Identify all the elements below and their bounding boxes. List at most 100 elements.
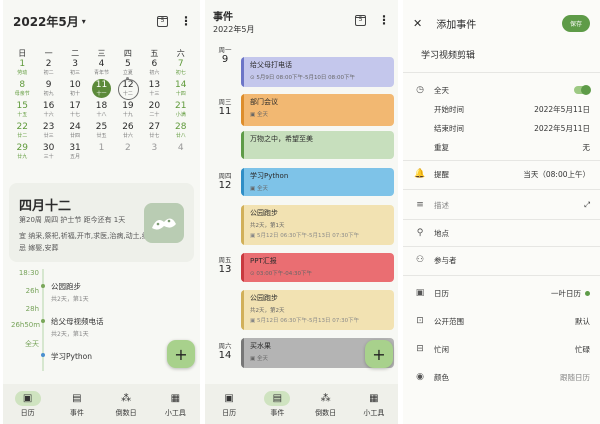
date-cell[interactable]: 1 [88,142,114,163]
bottom-nav: ▣ 日历 ▤ 事件 ⁂ 倒数日 ▦ 小工具 [205,384,398,424]
nav-countdown[interactable]: ⁂ 倒数日 [302,384,350,424]
nav-label: 日历 [222,408,237,417]
more-menu-icon[interactable]: ⋮ [180,15,192,27]
reminder-row[interactable]: 🔔 提醒 当天（08:00上午） [413,166,590,182]
start-time-row[interactable]: 开始时间 2022年5月11日 [413,101,590,117]
day-weekday: 周一 [218,46,232,54]
date-cell[interactable]: 24 廿四 [62,121,88,142]
nav-calendar[interactable]: ▣ 日历 [3,384,52,424]
add-event-fab[interactable]: + [167,340,195,368]
date-cell[interactable]: 26 廿六 [115,121,141,142]
date-cell[interactable]: 8 母亲节 [9,79,35,100]
event-card[interactable]: 学习Python ▣ 全天 [241,168,394,196]
date-cell[interactable]: 23 廿三 [35,121,61,142]
event-time: ⊙ 5月9日 08:00下午-5月10日 08:00下午 [250,75,356,81]
attendees-field[interactable]: 参与者 [434,255,457,266]
date-cell[interactable]: 21 小满 [168,100,194,121]
date-cell[interactable]: 17 十七 [62,100,88,121]
today-calendar-icon[interactable]: 5 [157,15,168,27]
date-cell[interactable]: 10 初十 [62,79,88,100]
start-time-label: 开始时间 [434,104,464,114]
today-calendar-icon[interactable]: 5 [355,14,366,26]
calendar-screen: 2022年5月 ▾ 5 ⋮ 日一二三四五六 1 劳动 2 初二 3 初三 4 青年节 5 立夏 6 初… [3,0,200,424]
nav-label: 事件 [270,408,285,417]
date-cell[interactable]: 18 十八 [88,100,114,121]
color-row[interactable]: ◉ 颜色 跟随日历 [413,369,590,385]
date-cell[interactable]: 3 [141,142,167,163]
lunar-label: 二十 [149,112,160,118]
date-cell[interactable]: 11 十一 [88,79,114,100]
date-cell[interactable]: 7 初七 [168,58,194,79]
date-cell[interactable]: 25 廿五 [88,121,114,142]
visibility-row[interactable]: ⊡ 公开范围 默认 [413,313,590,329]
more-menu-icon[interactable]: ⋮ [378,14,390,26]
date-cell[interactable]: 2 初二 [35,58,61,79]
nav-countdown[interactable]: ⁂ 倒数日 [102,384,151,424]
date-cell[interactable]: 16 十六 [35,100,61,121]
timeline-event[interactable]: 学习Python [51,351,92,362]
date-number: 4 [177,143,184,153]
description-row[interactable]: ≡ 描述 ⤢ [413,197,590,213]
nav-events[interactable]: ▤ 事件 [253,384,301,424]
event-title-field[interactable]: 学习视频剪辑 [421,48,475,61]
date-cell[interactable]: 2 [115,142,141,163]
event-card[interactable]: PPT汇报 ⊙ 03:00下午-04:30下午 [241,253,394,282]
date-cell[interactable]: 4 [168,142,194,163]
date-cell[interactable]: 6 初六 [141,58,167,79]
add-event-fab[interactable]: + [365,340,393,368]
date-cell[interactable]: 15 十五 [9,100,35,121]
lunar-label: 廿二 [17,133,28,139]
date-cell[interactable]: 28 廿八 [168,121,194,142]
attendees-row[interactable]: ⚇ 参与者 [413,252,590,268]
save-button[interactable]: 保存 [561,14,590,32]
timeline-event[interactable]: 公园跑步 共2天，第1天 [51,281,89,303]
date-cell[interactable]: 4 青年节 [88,58,114,79]
date-cell[interactable]: 19 十九 [115,100,141,121]
nav-calendar[interactable]: ▣ 日历 [205,384,253,424]
date-number: 27 [148,122,161,132]
date-cell[interactable]: 1 劳动 [9,58,35,79]
date-number: 17 [69,101,81,111]
description-field[interactable]: 描述 [434,200,449,211]
chevron-down-icon[interactable]: ▾ [82,17,86,26]
event-card[interactable]: 公园跑步 共2天，第2天 ▣ 5月12日 06:30下午-5月13日 07:30… [241,290,394,330]
date-cell[interactable]: 20 二十 [141,100,167,121]
busy-row[interactable]: ⊟ 忙闲 忙碌 [413,341,590,357]
date-cell[interactable]: 29 廿九 [9,142,35,163]
event-card[interactable]: 万物之中，希望至美 [241,131,394,159]
all-day-row[interactable]: ◷ 全天 [413,82,591,98]
event-sub: 共2天，第1天 [250,223,285,229]
date-cell[interactable]: 30 三十 [35,142,61,163]
date-cell[interactable]: 14 十四 [168,79,194,100]
date-cell[interactable]: 5 立夏 [115,58,141,80]
calendar-row[interactable]: ▣ 日历 一叶日历 [413,285,590,301]
location-field[interactable]: 地点 [434,228,449,239]
date-cell[interactable]: 9 初九 [35,79,61,100]
close-icon[interactable]: ✕ [413,17,422,30]
lunar-label: 廿五 [96,133,107,139]
nav-tools[interactable]: ▦ 小工具 [350,384,398,424]
event-card[interactable]: 给父母打电话 ⊙ 5月9日 08:00下午-5月10日 08:00下午 [241,57,394,87]
event-time: ▣ 全天 [250,186,268,192]
date-cell[interactable]: 12 十二 [115,79,141,100]
all-day-toggle[interactable] [574,85,591,95]
events-list-icon: ▤ [72,392,82,404]
nav-events[interactable]: ▤ 事件 [52,384,101,424]
date-cell[interactable]: 13 十三 [141,79,167,100]
event-card[interactable]: 公园跑步 共2天，第1天 ▣ 5月12日 06:30下午-5月13日 07:30… [241,205,394,245]
expand-icon[interactable]: ⤢ [584,200,590,210]
date-cell[interactable]: 3 初三 [62,58,88,79]
day-detail-card[interactable]: 四月十二 第20周 周四 护士节 距今还有 1天 宜 纳采,祭祀,祈福,开市,求… [9,183,194,262]
date-cell[interactable]: 27 廿七 [141,121,167,142]
end-time-row[interactable]: 结束时间 2022年5月11日 [413,120,590,136]
date-cell[interactable]: 22 廿二 [9,121,35,142]
month-title[interactable]: 2022年5月 [13,13,79,30]
lunar-label: 廿三 [43,133,54,139]
event-card[interactable]: 部门会议 ▣ 全天 [241,94,394,126]
repeat-row[interactable]: 重复 无 [413,139,590,155]
location-row[interactable]: ⚲ 地点 [413,225,590,241]
nav-tools[interactable]: ▦ 小工具 [151,384,200,424]
timeline-event[interactable]: 给父母视频电话 共2天，第1天 [51,316,104,338]
date-cell[interactable]: 31 五月 [62,142,88,163]
reminder-label: 提醒 [434,169,449,179]
